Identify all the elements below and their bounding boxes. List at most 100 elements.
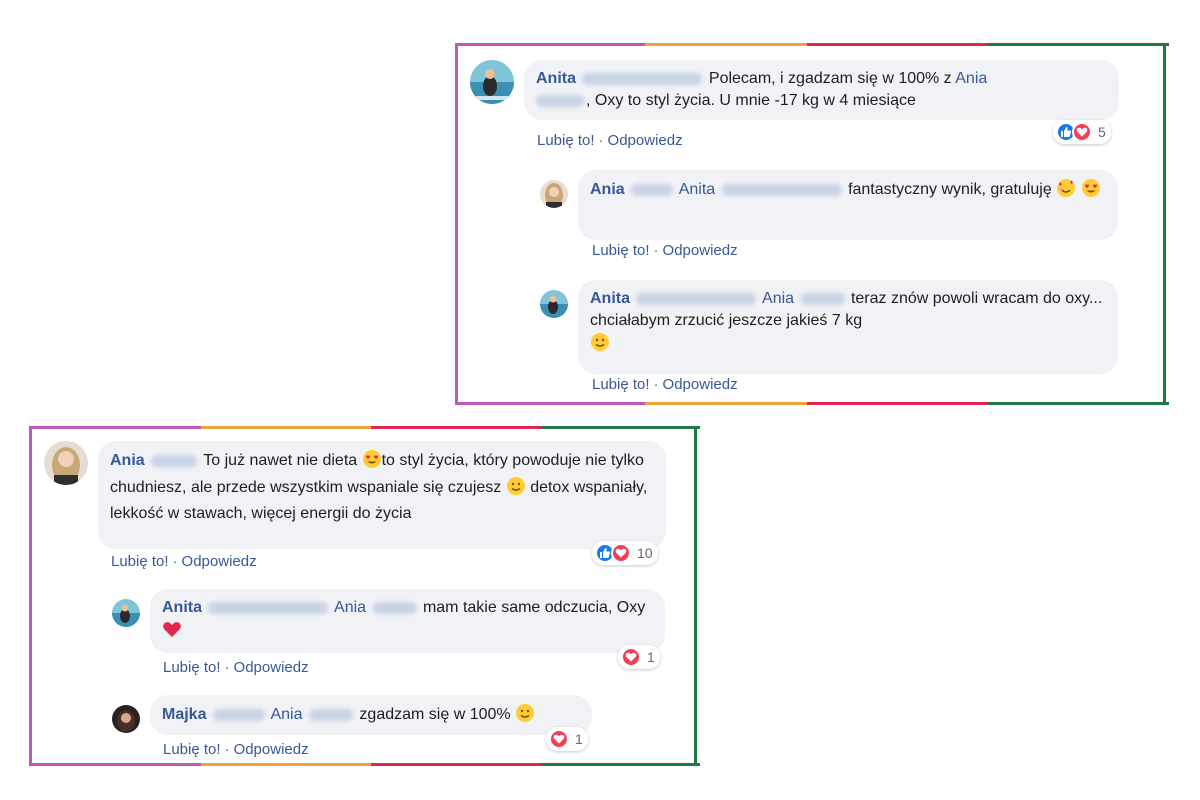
separator-dot: · <box>224 659 230 676</box>
heart-eyes-emoji <box>362 449 382 476</box>
reactions-summary[interactable]: 5 <box>1053 120 1111 144</box>
blurred-surname <box>631 183 674 196</box>
reply-comment: Anita Ania teraz znów powoli wracam do o… <box>458 278 1163 398</box>
love-icon <box>621 647 641 667</box>
reply-comment: Ania Anita fantastyczny wynik, gratuluję… <box>458 168 1163 268</box>
avatar[interactable] <box>540 290 568 318</box>
red-heart-emoji <box>162 619 182 646</box>
mention-name[interactable]: Anita <box>679 181 715 198</box>
comment-bubble: Anita Ania mam takie same odczucia, Oxy <box>150 589 665 653</box>
comment-text: fantastyczny wynik, gratuluję <box>848 181 1052 198</box>
blurred-surname <box>208 601 329 614</box>
mention-name[interactable]: Ania <box>762 290 794 307</box>
mention-name[interactable]: Ania <box>955 70 987 87</box>
blurred-surname <box>582 72 703 85</box>
blurred-surname <box>151 454 198 467</box>
border-segment-orange <box>645 402 807 405</box>
avatar[interactable] <box>112 705 140 733</box>
reply-button[interactable]: Odpowiedz <box>608 132 683 149</box>
comment-actions: Lubię to! · Odpowiedz <box>592 376 738 393</box>
blurred-surname <box>636 292 757 305</box>
blurred-surname <box>372 601 417 614</box>
like-button[interactable]: Lubię to! <box>592 242 650 259</box>
reply-button[interactable]: Odpowiedz <box>663 242 738 259</box>
comment-text: mam takie same odczucia, Oxy <box>422 599 646 616</box>
reaction-count: 10 <box>637 545 653 561</box>
reactions-summary[interactable]: 1 <box>546 727 588 751</box>
comment-text: To już nawet nie dieta <box>203 452 358 469</box>
blurred-surname <box>721 183 842 196</box>
reply-button[interactable]: Odpowiedz <box>663 376 738 393</box>
love-icon <box>1072 122 1092 142</box>
separator-dot: · <box>653 376 659 393</box>
comment-text-continued: , Oxy to styl życia. U mnie -17 kg w 4 m… <box>586 92 916 109</box>
comment-actions: Lubię to! · Odpowiedz <box>163 659 309 676</box>
reactions-summary[interactable]: 1 <box>618 645 660 669</box>
slightly-smiling-face-emoji <box>590 332 610 359</box>
reactions-summary[interactable]: 10 <box>592 541 658 565</box>
comment-bubble: Anita Ania teraz znów powoli wracam do o… <box>578 280 1118 374</box>
author-name[interactable]: Anita <box>536 70 576 87</box>
blurred-surname <box>536 94 584 107</box>
comment-actions: Lubię to! · Odpowiedz <box>111 553 257 570</box>
comment-bubble: Majka Ania zgadzam się w 100% <box>150 695 592 735</box>
reply-comment: Anita Ania mam takie same odczucia, Oxy … <box>32 587 694 677</box>
slightly-smiling-face-emoji <box>506 476 526 503</box>
comment-actions: Lubię to! · Odpowiedz <box>537 132 683 149</box>
avatar[interactable] <box>112 599 140 627</box>
love-icon <box>549 729 569 749</box>
reply-button[interactable]: Odpowiedz <box>234 741 309 758</box>
reply-button[interactable]: Odpowiedz <box>234 659 309 676</box>
comment: Anita Polecam, i zgadzam się w 100% z An… <box>458 46 1163 166</box>
comment: Ania To już nawet nie dieta to styl życi… <box>32 429 694 579</box>
blurred-surname <box>212 708 265 721</box>
comment-bubble: Ania Anita fantastyczny wynik, gratuluję <box>578 170 1118 240</box>
reaction-count: 1 <box>575 731 583 747</box>
border-side-right <box>694 426 697 766</box>
like-button[interactable]: Lubię to! <box>163 741 221 758</box>
comment-actions: Lubię to! · Odpowiedz <box>163 741 309 758</box>
border-side-right <box>1163 43 1166 405</box>
comment-bubble: Anita Polecam, i zgadzam się w 100% z An… <box>524 60 1119 120</box>
love-icon <box>611 543 631 563</box>
separator-dot: · <box>224 741 230 758</box>
separator-dot: · <box>172 553 178 570</box>
reply-comment: Majka Ania zgadzam się w 100% Lubię to! ·… <box>32 691 694 763</box>
border-segment-green <box>541 763 700 766</box>
smiling-face-with-hearts-emoji <box>1056 178 1076 205</box>
reaction-count: 1 <box>647 649 655 665</box>
like-button[interactable]: Lubię to! <box>537 132 595 149</box>
heart-eyes-emoji <box>1081 178 1101 205</box>
comment-text: Polecam, i zgadzam się w 100% z <box>708 70 952 87</box>
reply-button[interactable]: Odpowiedz <box>182 553 257 570</box>
avatar[interactable] <box>44 441 88 485</box>
blurred-surname <box>308 708 353 721</box>
separator-dot: · <box>598 132 604 149</box>
comment-actions: Lubię to! · Odpowiedz <box>592 242 738 259</box>
avatar[interactable] <box>540 180 568 208</box>
comment-thread-panel-bottom: Ania To już nawet nie dieta to styl życi… <box>29 426 700 766</box>
like-button[interactable]: Lubię to! <box>163 659 221 676</box>
border-segment-purple <box>29 763 201 766</box>
blurred-surname <box>800 292 845 305</box>
comment-bubble: Ania To już nawet nie dieta to styl życi… <box>98 441 666 549</box>
border-segment-green <box>987 402 1169 405</box>
author-name[interactable]: Anita <box>162 599 202 616</box>
comment-text: zgadzam się w 100% <box>359 706 511 723</box>
reaction-count: 5 <box>1098 124 1106 140</box>
border-segment-purple <box>455 402 645 405</box>
border-segment-red <box>371 763 541 766</box>
mention-name[interactable]: Ania <box>270 706 302 723</box>
author-name[interactable]: Ania <box>590 181 625 198</box>
like-button[interactable]: Lubię to! <box>111 553 169 570</box>
author-name[interactable]: Anita <box>590 290 630 307</box>
mention-name[interactable]: Ania <box>334 599 366 616</box>
border-segment-red <box>807 402 987 405</box>
comment-thread-panel-top: Anita Polecam, i zgadzam się w 100% z An… <box>455 43 1169 405</box>
author-name[interactable]: Majka <box>162 706 206 723</box>
border-segment-orange <box>201 763 371 766</box>
author-name[interactable]: Ania <box>110 452 145 469</box>
slightly-smiling-face-emoji <box>515 703 535 730</box>
like-button[interactable]: Lubię to! <box>592 376 650 393</box>
avatar[interactable] <box>470 60 514 104</box>
